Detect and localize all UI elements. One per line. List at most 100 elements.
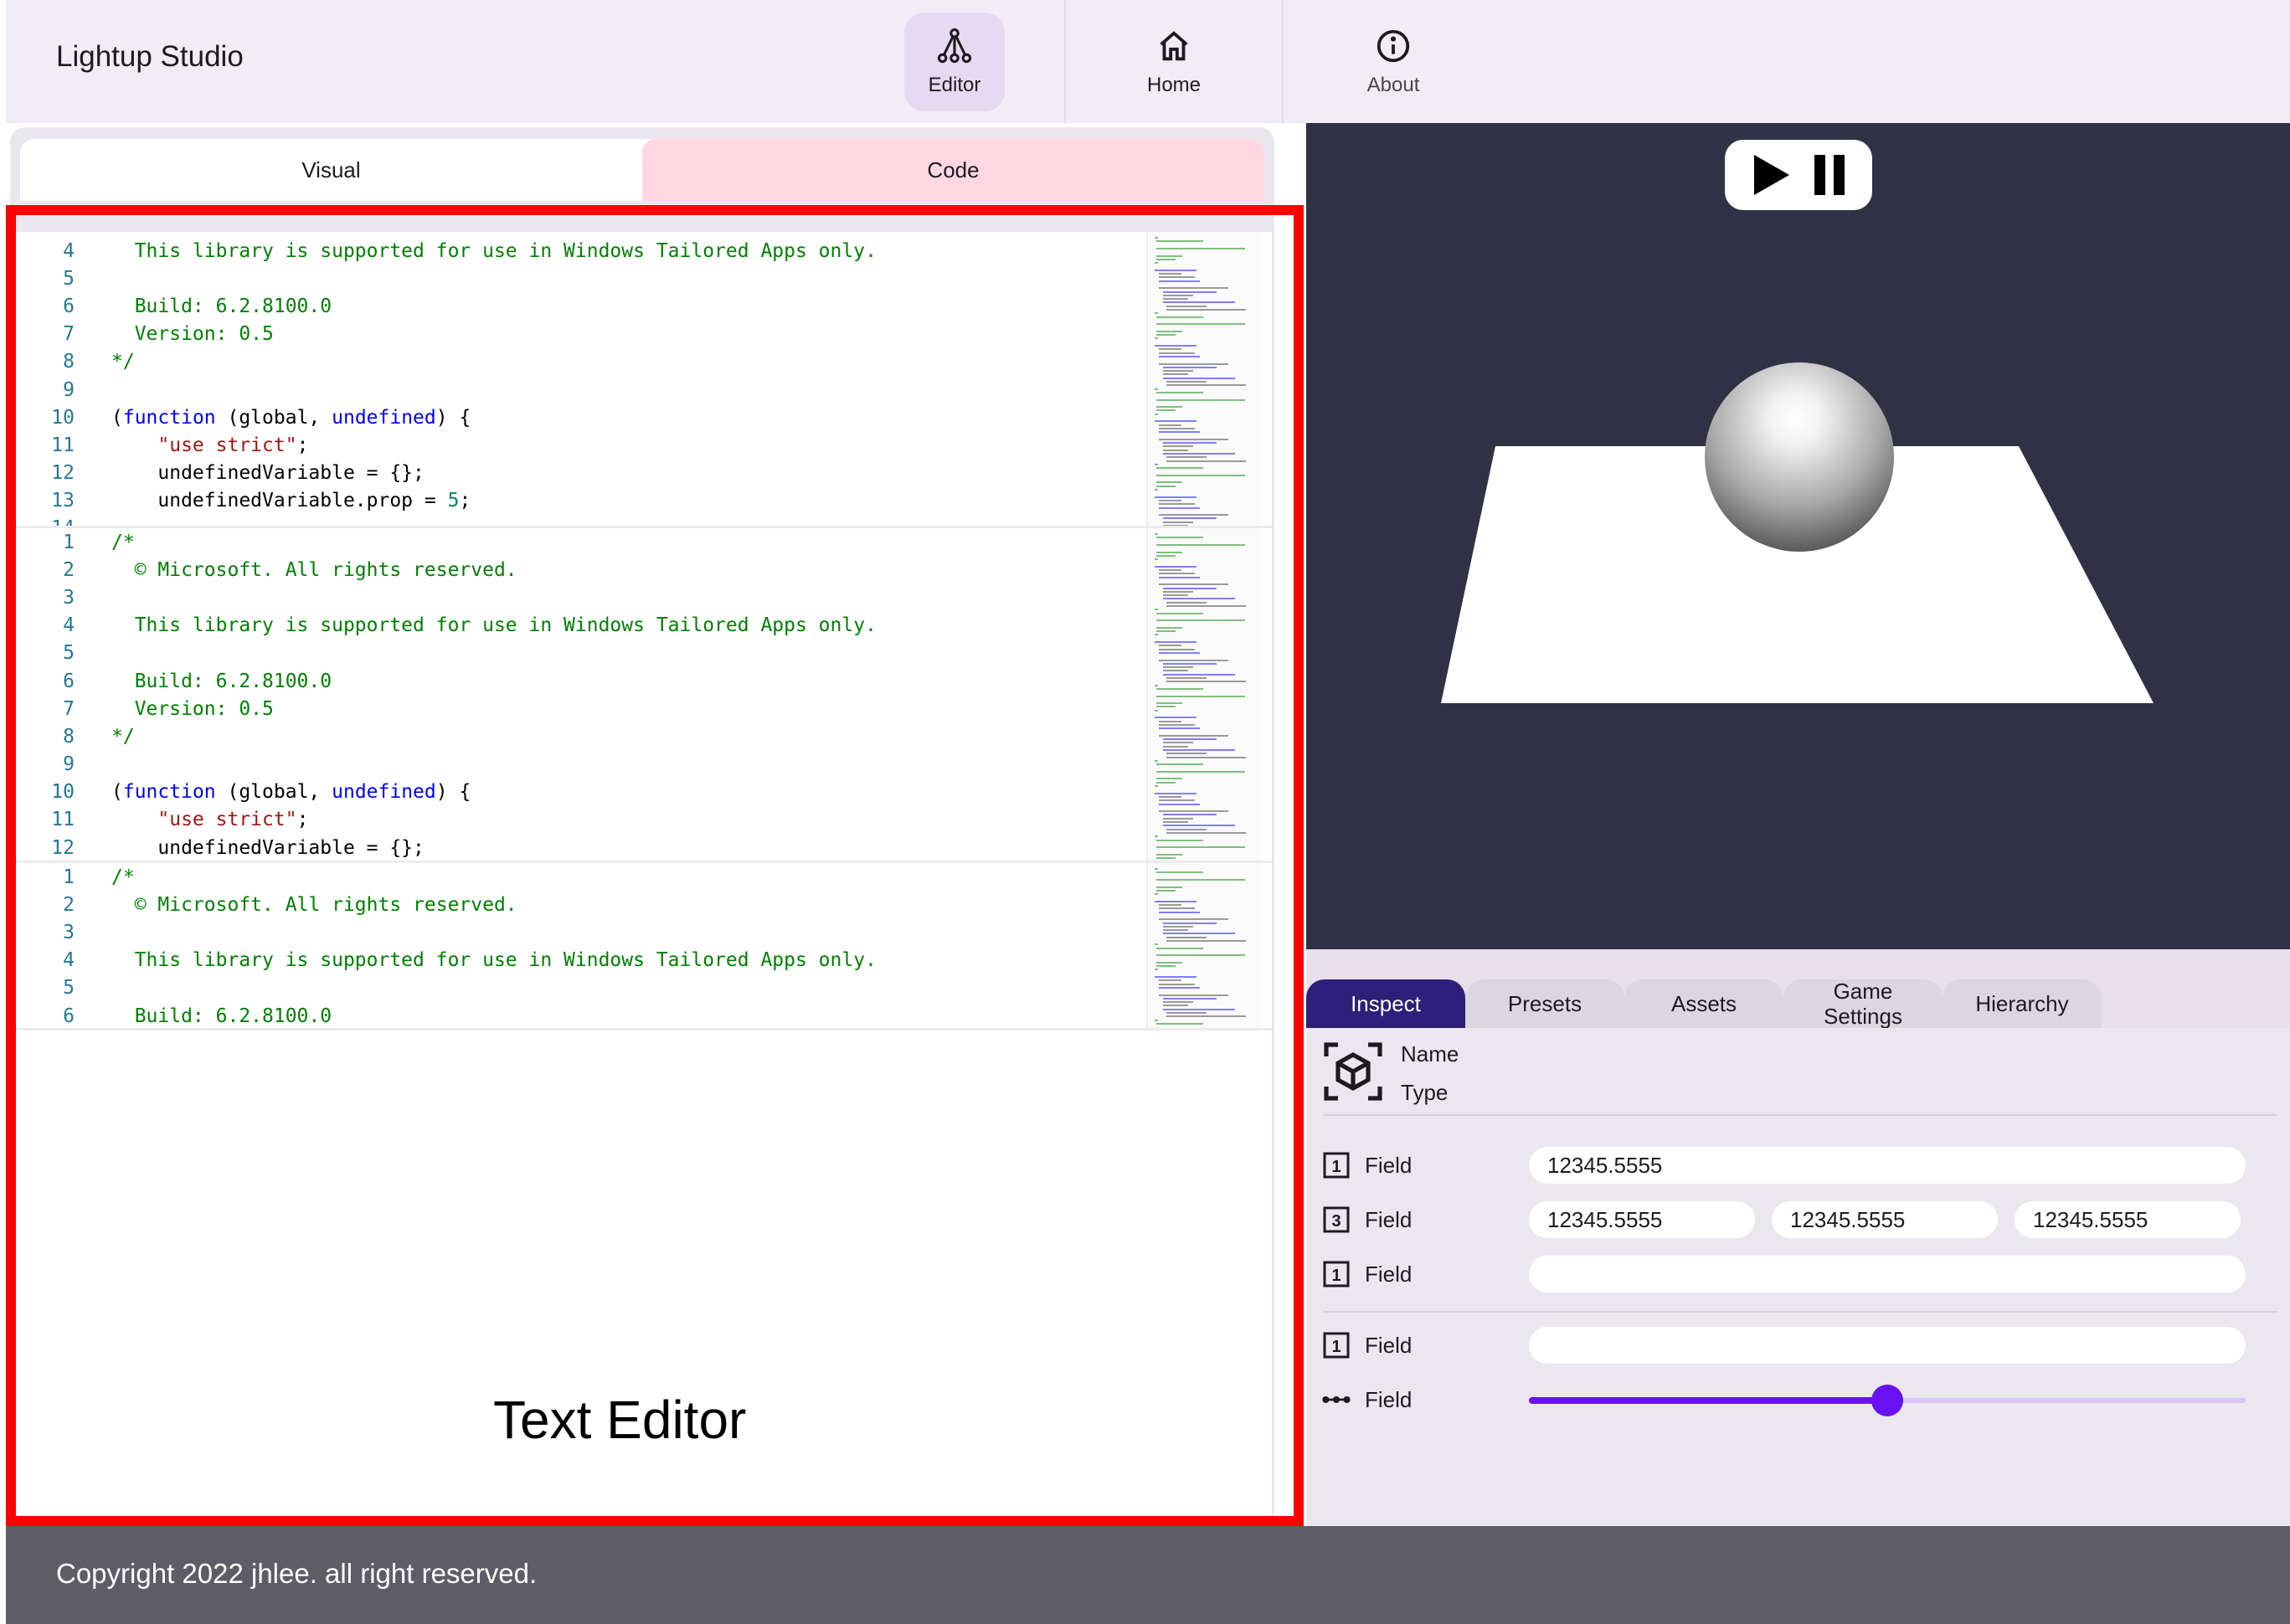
tab-assets[interactable]: Assets: [1624, 979, 1783, 1028]
code-minimap[interactable]: [1146, 528, 1262, 861]
line-number: 1: [63, 531, 75, 553]
play-button[interactable]: [1751, 153, 1791, 197]
code-line[interactable]: 3: [16, 583, 1272, 611]
code-editor[interactable]: 4 This library is supported for use in W…: [16, 232, 1272, 1516]
slider-thumb[interactable]: [1871, 1385, 1903, 1416]
minimap-line: [1155, 413, 1158, 415]
minimap-line: [1155, 262, 1158, 265]
object-name-label: Name: [1401, 1041, 1459, 1066]
code-text: This library is supported for use in Win…: [111, 949, 877, 972]
code-line[interactable]: 10 (function (global, undefined) {: [16, 779, 1272, 806]
code-block[interactable]: 4 This library is supported for use in W…: [16, 232, 1272, 528]
field-input-z[interactable]: [2015, 1201, 2241, 1238]
code-line[interactable]: 6 Build: 6.2.8100.0: [16, 1002, 1272, 1028]
code-line[interactable]: 7 Version: 0.5: [16, 321, 1272, 348]
field-input[interactable]: [1529, 1147, 2246, 1184]
minimap-line: [1162, 290, 1217, 293]
code-line[interactable]: 1 /*: [16, 863, 1272, 891]
code-block[interactable]: 1 /* 2 © Microsoft. All rights reserved. 3 4…: [16, 528, 1272, 863]
code-line[interactable]: 11 "use strict";: [16, 431, 1272, 459]
tab-presets[interactable]: Presets: [1465, 979, 1624, 1028]
pause-button[interactable]: [1813, 155, 1846, 195]
line-number: 5: [63, 642, 75, 665]
nav-about[interactable]: About: [1284, 0, 1503, 123]
tab-visual[interactable]: Visual: [20, 139, 642, 201]
minimap-line: [1155, 943, 1158, 946]
minimap-line: [1155, 785, 1158, 787]
code-line[interactable]: 8 */: [16, 348, 1272, 376]
code-minimap[interactable]: [1146, 863, 1262, 1028]
code-line[interactable]: 5: [16, 265, 1272, 292]
code-line[interactable]: 1 /*: [16, 528, 1272, 556]
minimap-line: [1156, 965, 1176, 968]
minimap-line: [1162, 738, 1217, 741]
code-line[interactable]: 12 undefinedVariable = {};: [16, 834, 1272, 861]
code-line[interactable]: 14: [16, 515, 1272, 526]
scene-viewport[interactable]: [1306, 123, 2290, 949]
nav-editor-pill[interactable]: Editor: [904, 12, 1005, 111]
code-line[interactable]: 4 This library is supported for use in W…: [16, 612, 1272, 640]
editor-overlay-label: Text Editor: [493, 1390, 747, 1450]
svg-text:1: 1: [1331, 1267, 1341, 1285]
minimap-line: [1158, 499, 1181, 501]
minimap-line: [1158, 986, 1201, 989]
tab-game-settings[interactable]: Game Settings: [1783, 979, 1943, 1029]
minimap-line: [1166, 677, 1207, 679]
field-input-x[interactable]: [1529, 1201, 1755, 1238]
tab-hierarchy[interactable]: Hierarchy: [1943, 979, 2102, 1028]
code-line[interactable]: 2 © Microsoft. All rights reserved.: [16, 891, 1272, 918]
nav-home[interactable]: Home: [1064, 0, 1284, 123]
minimap-line: [1156, 398, 1245, 401]
code-line[interactable]: 7 Version: 0.5: [16, 695, 1272, 722]
code-line[interactable]: 6 Build: 6.2.8100.0: [16, 292, 1272, 320]
code-line[interactable]: 9: [16, 751, 1272, 779]
minimap-line: [1158, 583, 1228, 586]
code-line[interactable]: 2 © Microsoft. All rights reserved.: [16, 556, 1272, 583]
code-text: This library is supported for use in Win…: [111, 614, 877, 637]
field-input[interactable]: [1529, 1327, 2246, 1364]
minimap-line: [1158, 983, 1195, 985]
line-number: 10: [51, 406, 75, 429]
field-input-y[interactable]: [1772, 1201, 1998, 1238]
code-text: undefinedVariable = {};: [111, 836, 425, 859]
divider: [1323, 1114, 2277, 1116]
field-row: 1 Field: [1321, 1254, 2284, 1294]
code-line[interactable]: 12 undefinedVariable = {};: [16, 460, 1272, 487]
line-number: 12: [51, 836, 75, 859]
inspector-panel: Inspect Presets Assets Game Settings Hie…: [1306, 949, 2290, 1526]
code-line[interactable]: 3: [16, 918, 1272, 946]
minimap-line: [1158, 904, 1181, 906]
code-text: undefinedVariable = {};: [111, 462, 425, 485]
code-line[interactable]: 5: [16, 974, 1272, 1002]
minimap-line: [1158, 648, 1195, 650]
code-line[interactable]: 8 */: [16, 722, 1272, 750]
code-line[interactable]: 4 This library is supported for use in W…: [16, 237, 1272, 265]
code-line[interactable]: 4 This library is supported for use in W…: [16, 947, 1272, 974]
nav-editor[interactable]: Editor: [845, 0, 1064, 123]
minimap-line: [1162, 517, 1217, 520]
tab-inspect[interactable]: Inspect: [1306, 979, 1465, 1028]
minimap-line: [1156, 871, 1204, 874]
code-line[interactable]: 11 "use strict";: [16, 806, 1272, 834]
code-line[interactable]: 9: [16, 376, 1272, 403]
code-text: Build: 6.2.8100.0: [111, 295, 332, 317]
minimap-line: [1158, 287, 1228, 290]
code-block[interactable]: 1 /* 2 © Microsoft. All rights reserved. 3 4…: [16, 863, 1272, 1030]
home-icon: [1160, 30, 1188, 60]
minimap-line: [1158, 918, 1228, 921]
code-line[interactable]: 5: [16, 640, 1272, 667]
code-line[interactable]: 6 Build: 6.2.8100.0: [16, 667, 1272, 695]
code-line[interactable]: 13 undefinedVariable.prop = 5;: [16, 487, 1272, 515]
field-slider[interactable]: [1529, 1383, 2246, 1416]
footer-copyright: Copyright 2022 jhlee. all right reserved…: [56, 1558, 538, 1589]
minimap-line: [1162, 521, 1194, 523]
code-text: */: [111, 351, 135, 373]
code-minimap[interactable]: [1146, 232, 1262, 526]
field-input[interactable]: [1529, 1256, 2246, 1293]
tab-code[interactable]: Code: [642, 139, 1264, 201]
minimap-line: [1162, 366, 1217, 368]
minimap-line: [1158, 424, 1181, 426]
minimap-line: [1158, 810, 1228, 813]
minimap-line: [1162, 590, 1194, 593]
code-line[interactable]: 10 (function (global, undefined) {: [16, 403, 1272, 431]
